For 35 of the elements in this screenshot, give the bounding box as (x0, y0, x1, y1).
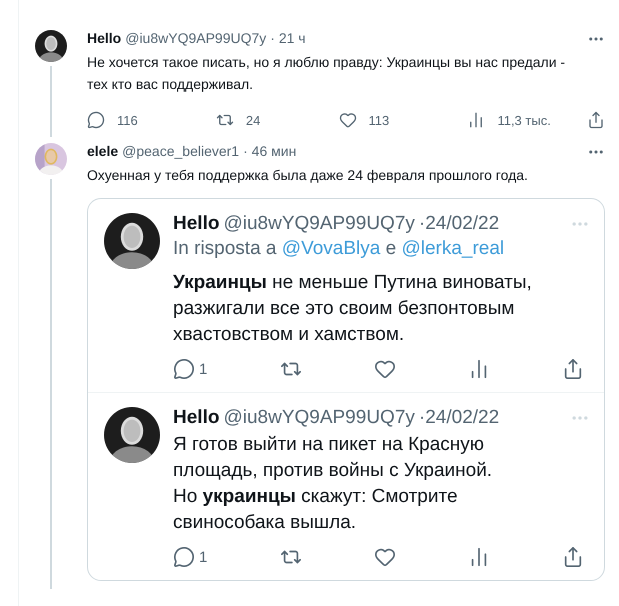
reply-icon (173, 546, 195, 568)
heart-icon (374, 546, 396, 568)
display-name[interactable]: Hello (173, 213, 220, 235)
display-name[interactable]: Hello (173, 407, 220, 429)
display-name[interactable]: Hello (87, 30, 122, 46)
views-button[interactable]: 11,3 тыс. (467, 111, 551, 129)
tweet-text: Украинцы не меньше Путина виноваты, разжигали все это своим безпонтовым хвастовством и хамством. (173, 271, 533, 347)
like-button[interactable] (374, 358, 396, 380)
heart-icon (338, 111, 357, 129)
reply-button[interactable]: 116 (87, 111, 180, 129)
retweet-button[interactable]: 24 (216, 111, 302, 129)
post-time[interactable]: ·24/02/22 (418, 407, 500, 429)
avatar[interactable] (35, 30, 67, 62)
post-time[interactable]: · 46 мин (243, 143, 296, 159)
user-handle[interactable]: @iu8wYQ9AP99UQ7y (223, 213, 415, 235)
post-time[interactable]: ·24/02/22 (418, 213, 500, 235)
share-button[interactable] (586, 111, 605, 129)
heart-icon (374, 358, 396, 380)
display-name[interactable]: elele (87, 143, 118, 159)
like-button[interactable] (374, 546, 396, 568)
like-button[interactable]: 113 (338, 111, 432, 129)
user-handle[interactable]: @peace_believer1 (122, 143, 240, 159)
reply-context: In risposta a @VovaBlya e @lerka_real (173, 238, 506, 260)
tweet-text: Охуенная у тебя поддержка была даже 24 февраля прошлого года. (87, 166, 529, 185)
user-handle[interactable]: @iu8wYQ9AP99UQ7y (125, 30, 266, 46)
reply-icon (87, 111, 105, 129)
user-handle[interactable]: @iu8wYQ9AP99UQ7y (223, 407, 415, 429)
reply-icon (173, 358, 195, 380)
share-icon (586, 111, 605, 129)
tweet-text: Не хочется такое писать, но я люблю правду: Украинцы вы нас предали - тех кто вас поддерживал. (87, 53, 566, 94)
reply-button[interactable]: 1 (173, 546, 208, 568)
quoted-thread-card[interactable] (87, 198, 605, 581)
tweet-text: Я готов выйти на пикет на Красную площадь, против войны с Украиной. Но украинцы скажут: Смотрите свинособака вышла. (173, 433, 494, 535)
post-time[interactable]: · 21 ч (270, 30, 306, 46)
reply-button[interactable]: 1 (173, 358, 208, 380)
